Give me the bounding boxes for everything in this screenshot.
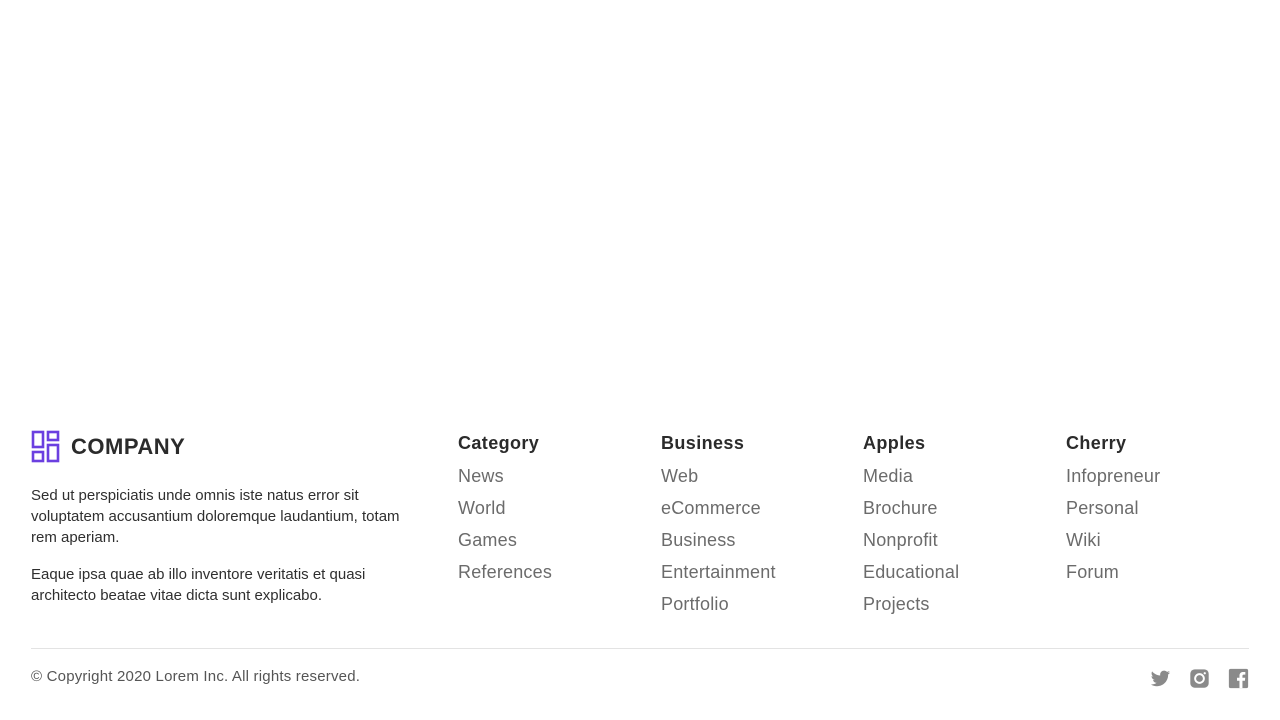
link-list: Media Brochure Nonprofit Educational Pro… bbox=[863, 460, 1053, 620]
footer-link[interactable]: Projects bbox=[863, 588, 1053, 620]
link-list: News World Games References bbox=[458, 460, 648, 588]
footer-link[interactable]: Web bbox=[661, 460, 851, 492]
footer-link[interactable]: Business bbox=[661, 524, 851, 556]
column-title: Category bbox=[458, 433, 540, 453]
about-paragraph-2: Eaque ipsa quae ab illo inventore verita… bbox=[31, 566, 366, 604]
instagram-icon[interactable] bbox=[1189, 668, 1210, 689]
footer-column-business: Business Web eCommerce Business Entertai… bbox=[661, 428, 851, 620]
footer-link[interactable]: Nonprofit bbox=[863, 524, 1053, 556]
footer-column-apples: Apples Media Brochure Nonprofit Educatio… bbox=[863, 428, 1053, 620]
column-title: Business bbox=[661, 433, 745, 453]
footer-column-category: Category News World Games References bbox=[458, 428, 648, 588]
page: COMPANY Sed ut perspiciatis unde omnis i… bbox=[0, 0, 1280, 720]
footer-link[interactable]: Personal bbox=[1066, 492, 1256, 524]
link-list: Web eCommerce Business Entertainment Por… bbox=[661, 460, 851, 620]
column-title: Cherry bbox=[1066, 433, 1127, 453]
footer-link[interactable]: News bbox=[458, 460, 648, 492]
twitter-icon[interactable] bbox=[1150, 668, 1171, 689]
footer-link[interactable]: Media bbox=[863, 460, 1053, 492]
link-list: Infopreneur Personal Wiki Forum bbox=[1066, 460, 1256, 588]
footer-link[interactable]: eCommerce bbox=[661, 492, 851, 524]
footer-divider bbox=[31, 648, 1249, 649]
facebook-icon[interactable] bbox=[1228, 668, 1249, 689]
social-links bbox=[1150, 668, 1249, 689]
brand-name: COMPANY bbox=[71, 434, 186, 459]
footer-link[interactable]: Wiki bbox=[1066, 524, 1256, 556]
footer-link[interactable]: Entertainment bbox=[661, 556, 851, 588]
footer-link[interactable]: Brochure bbox=[863, 492, 1053, 524]
footer-link[interactable]: Games bbox=[458, 524, 648, 556]
about-paragraph-1: Sed ut perspiciatis unde omnis iste natu… bbox=[31, 487, 400, 546]
brand-logo-link[interactable]: COMPANY bbox=[31, 428, 411, 466]
footer-link[interactable]: Infopreneur bbox=[1066, 460, 1256, 492]
footer-column-cherry: Cherry Infopreneur Personal Wiki Forum bbox=[1066, 428, 1256, 588]
footer-link[interactable]: World bbox=[458, 492, 648, 524]
footer-link[interactable]: Portfolio bbox=[661, 588, 851, 620]
footer-link[interactable]: Educational bbox=[863, 556, 1053, 588]
footer-link[interactable]: Forum bbox=[1066, 556, 1256, 588]
column-title: Apples bbox=[863, 433, 926, 453]
brand-block: COMPANY Sed ut perspiciatis unde omnis i… bbox=[31, 428, 411, 604]
footer-link[interactable]: References bbox=[458, 556, 648, 588]
grid-layout-icon bbox=[31, 430, 61, 464]
copyright-text: © Copyright 2020 Lorem Inc. All rights r… bbox=[31, 668, 361, 685]
